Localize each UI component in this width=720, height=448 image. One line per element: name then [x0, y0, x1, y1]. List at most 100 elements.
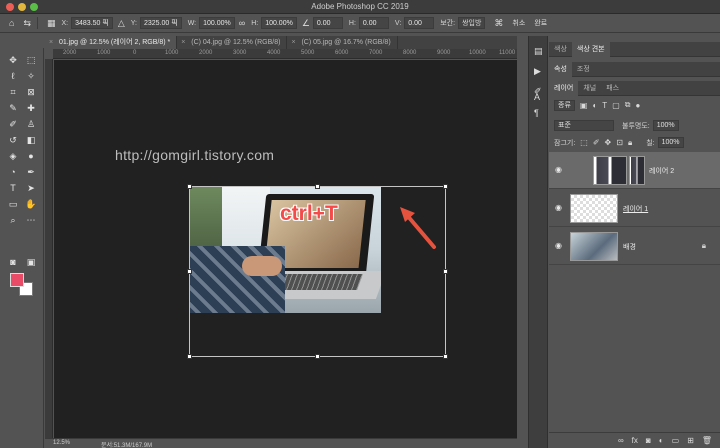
frame-tool-icon[interactable]: ⊠	[24, 86, 38, 98]
add-mask-icon[interactable]: ◙	[646, 436, 651, 445]
smart-filter-icon[interactable]: ⧉	[625, 100, 631, 110]
transform-handle-tr[interactable]	[443, 184, 448, 189]
pixel-filter-icon[interactable]: ▣	[580, 101, 588, 110]
lock-all-icon[interactable]: 🔒︎	[628, 138, 632, 148]
paragraph-icon[interactable]: ¶	[534, 108, 539, 118]
filter-toggle-icon[interactable]: ●	[635, 101, 640, 110]
zoom-tool-icon[interactable]: ⌕	[6, 214, 20, 226]
more-tools-icon[interactable]: ⋯	[24, 214, 38, 226]
quick-mask-icon[interactable]: ◙	[6, 256, 20, 268]
play-icon[interactable]: ▶	[534, 66, 541, 77]
tab-04[interactable]: × (C) 04.jpg @ 12.5% (RGB/8)	[177, 36, 288, 49]
adjustment-filter-icon[interactable]: ◐	[592, 101, 597, 110]
eyedropper-tool-icon[interactable]: ✎	[6, 102, 20, 114]
paint-bucket-tool-icon[interactable]: ◈	[6, 150, 20, 162]
hskew-field[interactable]: 0.00	[358, 17, 389, 29]
reference-point-icon[interactable]: ▦	[47, 18, 56, 29]
angle-field[interactable]: 0.00	[312, 17, 343, 29]
tab-01[interactable]: × 01.jpg @ 12.5% (레이어 2, RGB/8) *	[45, 36, 178, 49]
layer-row[interactable]: ◉ 레이어 2	[549, 152, 720, 189]
transform-handle-bm[interactable]	[315, 354, 320, 359]
layer-row[interactable]: ◉ 배경 🔒︎	[549, 228, 720, 265]
tab-swatches[interactable]: 색상 견본	[571, 42, 610, 57]
height-field[interactable]: 100.00%	[261, 17, 297, 29]
visibility-eye-icon[interactable]: ◉	[555, 203, 562, 212]
home-icon[interactable]: ⌂	[9, 18, 14, 28]
link-icon[interactable]: ∞	[239, 18, 245, 28]
hand-tool-icon[interactable]: ✋	[24, 198, 38, 210]
pen-tool-icon[interactable]: ✒	[24, 166, 38, 178]
layer-name[interactable]: 배경	[623, 242, 636, 252]
type-tool-icon[interactable]: T	[6, 182, 20, 194]
fx-icon[interactable]: fx	[632, 436, 638, 445]
lock-position-icon[interactable]: ✥	[605, 138, 612, 147]
lock-paint-icon[interactable]: ✐	[593, 138, 600, 147]
close-tab-icon[interactable]: ×	[291, 36, 295, 49]
transform-handle-ml[interactable]	[187, 269, 192, 274]
new-group-icon[interactable]: ▭	[672, 436, 680, 445]
new-layer-icon[interactable]: ⊞	[687, 436, 694, 445]
close-tab-icon[interactable]: ×	[181, 36, 185, 49]
vskew-field[interactable]: 0.00	[404, 17, 435, 29]
transform-handle-tm[interactable]	[315, 184, 320, 189]
tab-adjustments[interactable]: 조정	[572, 62, 595, 77]
character-icon[interactable]: A	[534, 92, 540, 102]
screen-mode-icon[interactable]: ▣	[24, 256, 38, 268]
layer-name[interactable]: 레이어 1	[623, 204, 648, 214]
tab-properties[interactable]: 속성	[549, 62, 572, 77]
visibility-eye-icon[interactable]: ◉	[555, 165, 562, 174]
visibility-eye-icon[interactable]: ◉	[555, 241, 562, 250]
transform-handle-bl[interactable]	[187, 354, 192, 359]
transform-handle-tl[interactable]	[187, 184, 192, 189]
stamp-tool-icon[interactable]: ♙	[24, 118, 38, 130]
tab-layers[interactable]: 레이어	[549, 81, 579, 96]
document-size[interactable]: 문서:51.3M/167.9M	[101, 440, 152, 448]
tab-paths[interactable]: 패스	[601, 81, 624, 96]
eraser-tool-icon[interactable]: ◧	[24, 134, 38, 146]
tab-05[interactable]: × (C) 05.jpg @ 16.7% (RGB/8)	[287, 36, 398, 49]
history-brush-tool-icon[interactable]: ↺	[6, 134, 20, 146]
cancel-button[interactable]: 취소	[512, 18, 525, 28]
shape-tool-icon[interactable]: ▭	[6, 198, 20, 210]
history-icon[interactable]: ▤	[534, 46, 543, 57]
adjustment-layer-icon[interactable]: ◐	[659, 436, 664, 445]
transform-tool-icon[interactable]: ⇆	[23, 18, 31, 29]
path-selection-tool-icon[interactable]: ➤	[24, 182, 38, 194]
layer-lock-icon[interactable]: 🔒︎	[702, 241, 706, 251]
layer-row[interactable]: ◉ 레이어 1	[549, 190, 720, 227]
warp-icon[interactable]: ⌘	[494, 18, 503, 29]
y-field[interactable]: 2325.00 픽	[139, 17, 182, 29]
interpolation-dropdown[interactable]: 쌍입방	[458, 17, 486, 29]
brush-tool-icon[interactable]: ✐	[6, 118, 20, 130]
type-filter-icon[interactable]: T	[602, 101, 607, 110]
delete-layer-icon[interactable]: 🗑︎	[702, 436, 712, 445]
link-layers-icon[interactable]: ∞	[618, 436, 624, 445]
shape-filter-icon[interactable]: ▢	[612, 101, 620, 110]
zoom-level[interactable]: 12.5%	[53, 440, 70, 446]
crop-tool-icon[interactable]: ⌗	[6, 86, 20, 98]
tab-color[interactable]: 색상	[549, 42, 572, 57]
commit-button[interactable]: 완료	[534, 18, 547, 28]
transform-handle-mr[interactable]	[443, 269, 448, 274]
healing-tool-icon[interactable]: ✚	[24, 102, 38, 114]
transform-handle-br[interactable]	[443, 354, 448, 359]
blur-tool-icon[interactable]: ●	[24, 150, 38, 162]
opacity-field[interactable]: 100%	[652, 120, 679, 131]
foreground-color-swatch[interactable]	[10, 273, 24, 287]
magic-wand-tool-icon[interactable]: ✧	[24, 70, 38, 82]
lasso-tool-icon[interactable]: ℓ	[6, 70, 20, 82]
blend-mode-dropdown[interactable]: 표준	[554, 120, 614, 131]
lock-artboard-icon[interactable]: ⊡	[616, 138, 623, 147]
layer-name[interactable]: 레이어 2	[649, 166, 674, 176]
width-field[interactable]: 100.00%	[199, 17, 235, 29]
kind-filter-dropdown[interactable]: 종류	[554, 99, 575, 111]
x-field[interactable]: 3483.50 픽	[71, 17, 113, 29]
delta-icon[interactable]: △	[118, 18, 125, 29]
fill-field[interactable]: 100%	[657, 137, 684, 148]
marquee-tool-icon[interactable]: ⬚	[24, 54, 38, 66]
dodge-tool-icon[interactable]: ◔	[6, 166, 20, 178]
lock-transparent-icon[interactable]: ⬚	[580, 138, 588, 147]
tab-channels[interactable]: 채널	[578, 81, 601, 96]
move-tool-icon[interactable]: ✥	[6, 54, 20, 66]
close-tab-icon[interactable]: ×	[49, 36, 53, 49]
